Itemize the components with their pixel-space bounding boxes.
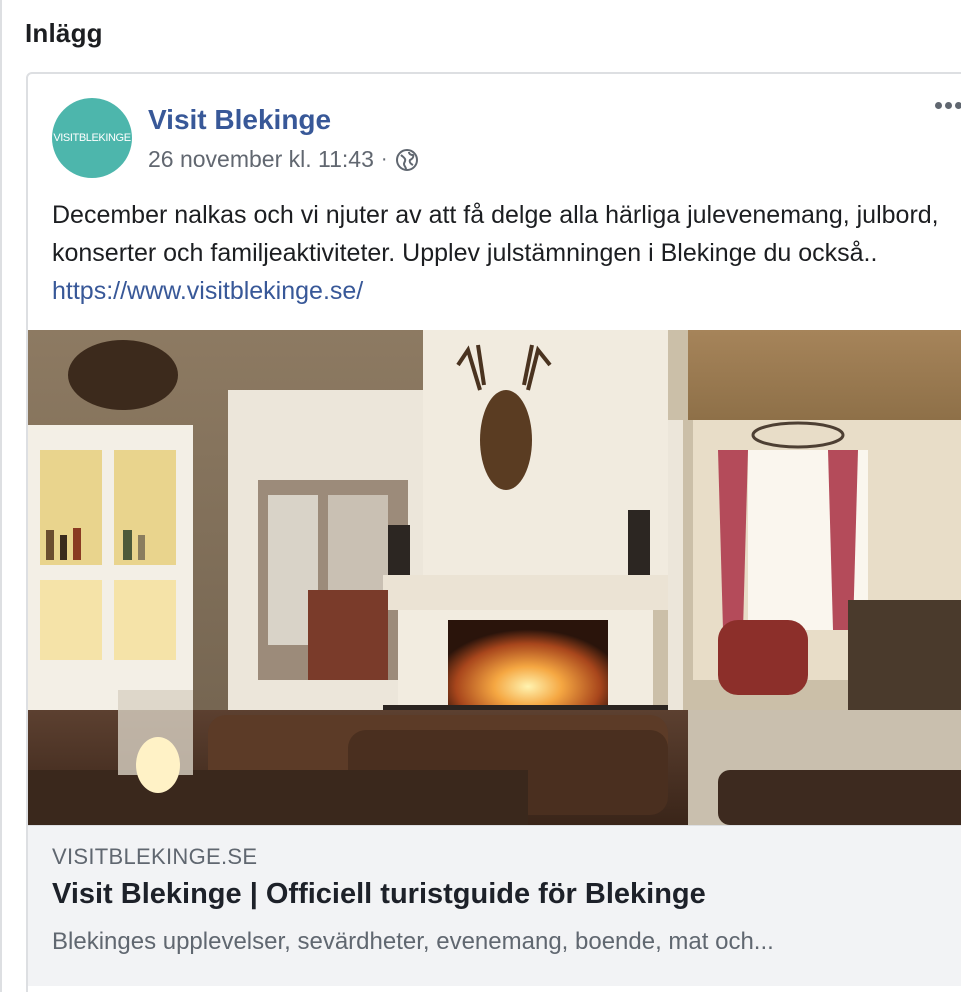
- post-timestamp[interactable]: 26 november kl. 11:43: [148, 146, 374, 173]
- link-preview-info[interactable]: VISITBLEKINGE.SE Visit Blekinge | Offici…: [28, 825, 961, 986]
- page: Inlägg VISITBLEKINGE Visit Blekinge 26 n…: [0, 0, 961, 992]
- more-options-icon[interactable]: [935, 102, 961, 109]
- globe-icon[interactable]: [395, 148, 419, 172]
- post-meta: 26 november kl. 11:43 ·: [148, 146, 419, 173]
- avatar-logo-text: VISITBLEKINGE: [53, 132, 131, 144]
- more-dot: [935, 102, 942, 109]
- page-avatar[interactable]: VISITBLEKINGE: [52, 98, 132, 178]
- more-dot: [945, 102, 952, 109]
- link-description: Blekinges upplevelser, sevärdheter, even…: [52, 928, 774, 955]
- link-domain: VISITBLEKINGE.SE: [52, 844, 258, 869]
- post-body: December nalkas och vi njuter av att få …: [52, 201, 939, 267]
- post-card: VISITBLEKINGE Visit Blekinge 26 november…: [26, 72, 961, 992]
- page-name-link[interactable]: Visit Blekinge: [148, 104, 331, 136]
- post-url-link[interactable]: https://www.visitblekinge.se/: [52, 277, 363, 305]
- link-title[interactable]: Visit Blekinge | Officiell turistguide f…: [52, 878, 706, 911]
- more-dot: [955, 102, 961, 109]
- meta-separator: ·: [380, 148, 388, 170]
- section-title: Inlägg: [25, 18, 103, 48]
- link-preview-image[interactable]: [28, 330, 961, 825]
- divider: [0, 0, 2, 992]
- post-text: December nalkas och vi njuter av att få …: [52, 196, 952, 310]
